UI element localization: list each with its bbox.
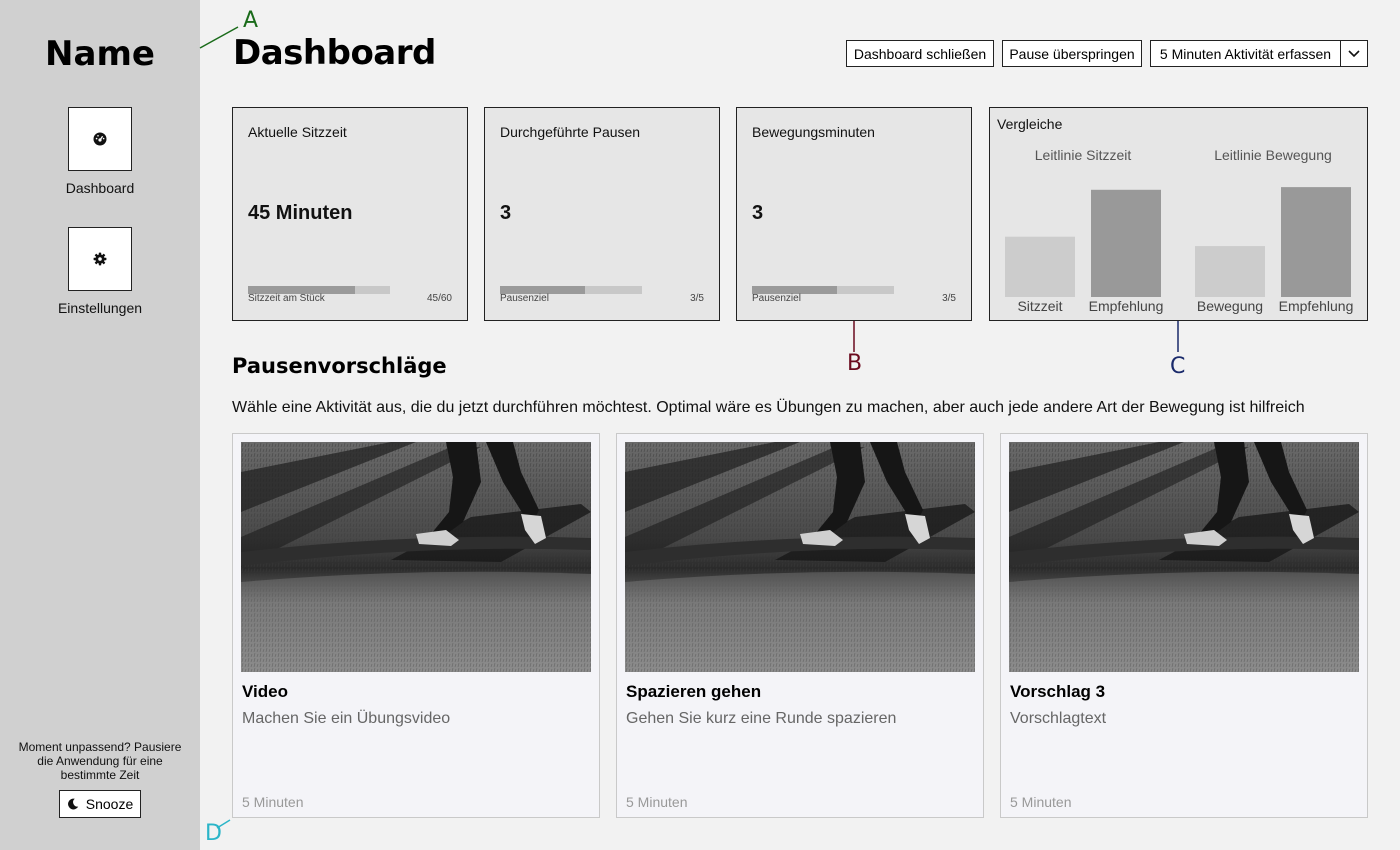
walking-photo: [625, 442, 975, 672]
chevron-down-icon: [1348, 49, 1360, 57]
sidebar-item-label: Dashboard: [65, 180, 135, 196]
suggestion-image: [1009, 442, 1359, 672]
sidebar: Name Dashboard Einstellungen Moment unpa…: [0, 0, 200, 850]
annotation-d: D: [205, 821, 222, 846]
stat-footer: Pausenziel 3/5: [500, 293, 704, 304]
annotation-c: C: [1170, 354, 1186, 379]
stat-foot-label: Sitzzeit am Stück: [248, 293, 325, 304]
suggestion-card-walk[interactable]: Spazieren gehen Gehen Sie kurz eine Rund…: [616, 433, 984, 818]
comparison-chart: Leitlinie Sitzzeit Sitzzeit Empfehlung Leit…: [1005, 147, 1354, 314]
suggestion-duration: 5 Minuten: [242, 794, 304, 810]
suggestion-text: Gehen Sie kurz eine Runde spazieren: [626, 710, 897, 727]
suggestion-image: [625, 442, 975, 672]
snooze-description: Moment unpassend? Pausiere die Anwendung…: [18, 740, 182, 782]
suggestion-text: Machen Sie ein Übungsvideo: [242, 710, 451, 727]
suggestion-title: Video: [242, 682, 288, 701]
walking-photo: [241, 442, 591, 672]
skip-break-button[interactable]: Pause überspringen: [1002, 40, 1142, 67]
walking-photo: [1009, 442, 1359, 672]
snooze-label: Snooze: [85, 796, 134, 812]
snooze-button[interactable]: Snooze: [59, 790, 141, 818]
stat-card-breaks: Durchgeführte Pausen 3 Pausenziel 3/5: [484, 107, 720, 321]
log-activity-button[interactable]: 5 Minuten Aktivität erfassen: [1150, 40, 1341, 67]
suggestion-card-3[interactable]: Vorschlag 3 Vorschlagtext 5 Minuten: [1000, 433, 1368, 818]
suggestion-text: Vorschlagtext: [1010, 710, 1107, 727]
app-name: Name: [45, 34, 155, 74]
section-description: Wähle eine Aktivität aus, die du jetzt d…: [232, 399, 1305, 416]
chart-bar-label: Empfehlung: [1279, 298, 1354, 314]
stat-foot-value: 3/5: [942, 293, 956, 304]
page-title: Dashboard: [233, 33, 436, 73]
suggestion-card-video[interactable]: Video Machen Sie ein Übungsvideo 5 Minut…: [232, 433, 600, 818]
stat-value: 3: [752, 202, 764, 224]
stat-card-movement-minutes: Bewegungsminuten 3 Pausenziel 3/5: [736, 107, 972, 321]
chart-bar-label: Bewegung: [1197, 298, 1263, 314]
stat-title: Aktuelle Sitzzeit: [248, 124, 347, 140]
moon-icon: [67, 798, 78, 810]
stat-foot-value: 3/5: [690, 293, 704, 304]
suggestion-image: [241, 442, 591, 672]
chart-bar: [1281, 187, 1351, 297]
section-title: Pausenvorschläge: [232, 354, 447, 378]
chart-group-label: Leitlinie Bewegung: [1214, 147, 1332, 163]
stat-foot-value: 45/60: [426, 293, 452, 304]
dashboard-gauge-icon: [93, 132, 107, 146]
chart-bar: [1195, 246, 1265, 297]
dashboard-nav-box[interactable]: [68, 107, 132, 171]
suggestion-title: Spazieren gehen: [626, 682, 762, 701]
stat-title: Durchgeführte Pausen: [500, 124, 641, 140]
settings-nav-box[interactable]: [68, 227, 132, 291]
chart-bar: [1005, 236, 1075, 297]
sidebar-item-settings[interactable]: Einstellungen: [0, 227, 200, 316]
chart-bar-label: Empfehlung: [1089, 298, 1164, 314]
stat-title: Bewegungsminuten: [752, 124, 875, 140]
annotation-b: B: [847, 351, 863, 376]
stat-value: 45 Minuten: [248, 202, 353, 224]
stat-footer: Sitzzeit am Stück 45/60: [248, 293, 452, 304]
sidebar-item-label: Einstellungen: [57, 300, 143, 316]
stat-value: 3: [500, 202, 512, 224]
gear-icon: [93, 252, 107, 266]
close-dashboard-button[interactable]: Dashboard schließen: [846, 40, 994, 67]
log-activity-dropdown[interactable]: [1340, 40, 1368, 67]
annotation-a: A: [243, 8, 259, 33]
suggestion-duration: 5 Minuten: [626, 794, 688, 810]
chart-bar-label: Sitzzeit: [1017, 298, 1062, 314]
comparison-card: Vergleiche Leitlinie Sitzzeit Sitzzeit Emp…: [989, 107, 1368, 321]
suggestion-title: Vorschlag 3: [1010, 682, 1106, 701]
sidebar-item-dashboard[interactable]: Dashboard: [0, 107, 200, 196]
suggestion-duration: 5 Minuten: [1010, 794, 1072, 810]
stat-foot-label: Pausenziel: [500, 293, 549, 304]
stat-card-sitting-time: Aktuelle Sitzzeit 45 Minuten Sitzzeit am…: [232, 107, 468, 321]
chart-group-label: Leitlinie Sitzzeit: [1035, 147, 1132, 163]
chart-bar: [1091, 189, 1161, 297]
stat-foot-label: Pausenziel: [752, 293, 801, 304]
stat-footer: Pausenziel 3/5: [752, 293, 956, 304]
